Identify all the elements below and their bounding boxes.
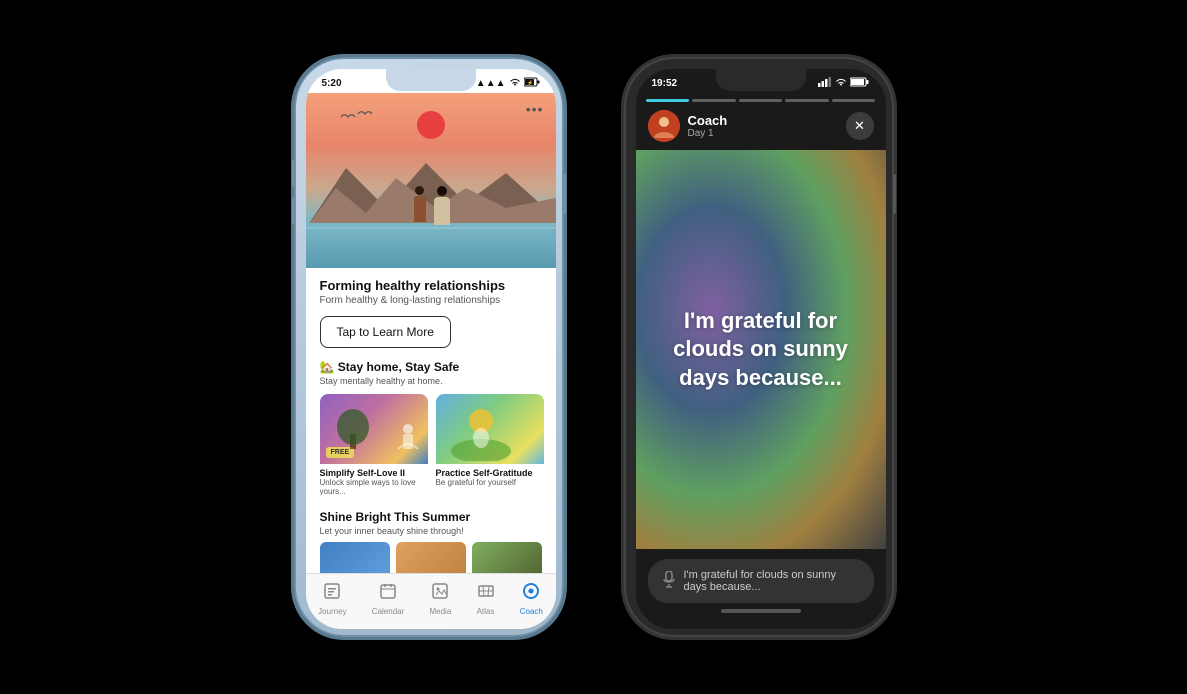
tap-to-learn-button[interactable]: Tap to Learn More <box>320 316 451 348</box>
power-button-2[interactable] <box>893 174 896 214</box>
close-button[interactable]: ✕ <box>846 112 874 140</box>
phone-2: 19:52 <box>624 57 894 637</box>
signal-icon-1: ▲▲▲ <box>476 78 506 89</box>
card2-image <box>436 394 544 464</box>
figure-group <box>411 186 451 226</box>
card1-title: Simplify Self-Love II <box>320 468 428 478</box>
grateful-main-text: I'm grateful for clouds on sunny days be… <box>656 307 866 393</box>
tab-atlas[interactable]: Atlas <box>477 582 495 616</box>
journey-icon <box>323 582 341 605</box>
figure-2 <box>433 186 451 226</box>
volume-up-button[interactable] <box>292 159 295 187</box>
shine-section: Shine Bright This Summer Let your inner … <box>320 510 542 582</box>
card-row: FREE Simplify Self-Love II Unlock simple… <box>320 394 542 500</box>
volume-down-button[interactable] <box>292 197 295 225</box>
calendar-icon <box>379 582 397 605</box>
media-icon <box>431 582 449 605</box>
close-icon: ✕ <box>854 118 865 134</box>
tab-bar: Journey Calendar Media <box>306 573 556 629</box>
input-pill[interactable]: I'm grateful for clouds on sunny days be… <box>648 559 874 603</box>
card1-info: Simplify Self-Love II Unlock simple ways… <box>320 464 428 500</box>
phone2-content: 19:52 <box>636 69 886 629</box>
water-decoration <box>306 223 556 268</box>
card-1[interactable]: FREE Simplify Self-Love II Unlock simple… <box>320 394 428 500</box>
card1-desc: Unlock simple ways to love yours... <box>320 478 428 496</box>
coach-icon <box>522 582 540 605</box>
stay-home-title: 🏡 Stay home, Stay Safe <box>320 360 542 374</box>
figure-1 <box>411 186 429 226</box>
house-emoji: 🏡 <box>320 360 338 374</box>
coach-name: Coach <box>688 113 728 128</box>
card2-title: Practice Self-Gratitude <box>436 468 544 478</box>
phone-1: 5:20 ▲▲▲ ⚡ <box>294 57 564 637</box>
coach-header: Coach Day 1 ✕ <box>636 102 886 150</box>
status-icons-2 <box>818 77 870 90</box>
relationships-title: Forming healthy relationships <box>320 278 542 293</box>
signal-icon-2 <box>818 77 832 90</box>
tab-coach[interactable]: Coach <box>520 582 543 616</box>
coach-label: Coach <box>520 607 543 616</box>
card2-desc: Be grateful for yourself <box>436 478 544 487</box>
tab-calendar[interactable]: Calendar <box>372 582 404 616</box>
progress-bars <box>636 93 886 102</box>
hero-image: ••• <box>306 93 556 268</box>
microphone-icon <box>662 571 676 592</box>
stay-home-subtitle: Stay mentally healthy at home. <box>320 376 542 386</box>
media-label: Media <box>429 607 451 616</box>
status-icons-1: ▲▲▲ ⚡ <box>476 77 540 90</box>
atlas-label: Atlas <box>477 607 495 616</box>
home-indicator <box>721 609 801 613</box>
time-2: 19:52 <box>652 78 678 89</box>
svg-text:⚡: ⚡ <box>527 79 533 86</box>
wifi-icon-1 <box>509 77 521 90</box>
wifi-icon-2 <box>835 77 847 90</box>
tab-journey[interactable]: Journey <box>318 582 346 616</box>
shine-title: Shine Bright This Summer <box>320 510 542 524</box>
battery-icon-1: ⚡ <box>524 77 540 90</box>
coach-avatar <box>648 110 680 142</box>
coach-text: Coach Day 1 <box>688 113 728 139</box>
atlas-icon <box>477 582 495 605</box>
time-1: 5:20 <box>322 78 342 89</box>
coach-gradient-bg: I'm grateful for clouds on sunny days be… <box>636 150 886 549</box>
sun-decoration <box>417 111 445 139</box>
notch-2 <box>716 69 806 91</box>
battery-icon-2 <box>850 77 870 90</box>
tab-media[interactable]: Media <box>429 582 451 616</box>
stay-home-section: 🏡 Stay home, Stay Safe Stay mentally hea… <box>320 360 542 500</box>
journey-label: Journey <box>318 607 346 616</box>
notch <box>386 69 476 91</box>
phone1-content: ••• Forming healthy relationships Form h… <box>306 93 556 629</box>
more-options-icon[interactable]: ••• <box>526 101 544 117</box>
calendar-label: Calendar <box>372 607 404 616</box>
phone2-screen: 19:52 <box>636 69 886 629</box>
card-2[interactable]: Practice Self-Gratitude Be grateful for … <box>436 394 544 500</box>
coach-day: Day 1 <box>688 128 728 139</box>
input-area: I'm grateful for clouds on sunny days be… <box>636 549 886 629</box>
shine-subtitle: Let your inner beauty shine through! <box>320 526 542 536</box>
relationships-subtitle: Form healthy & long-lasting relationship… <box>320 295 542 306</box>
input-text: I'm grateful for clouds on sunny days be… <box>684 569 860 593</box>
phone1-screen: 5:20 ▲▲▲ ⚡ <box>306 69 556 629</box>
power-button[interactable] <box>563 174 566 214</box>
card1-image: FREE <box>320 394 428 464</box>
card2-info: Practice Self-Gratitude Be grateful for … <box>436 464 544 491</box>
coach-info: Coach Day 1 <box>648 110 728 142</box>
